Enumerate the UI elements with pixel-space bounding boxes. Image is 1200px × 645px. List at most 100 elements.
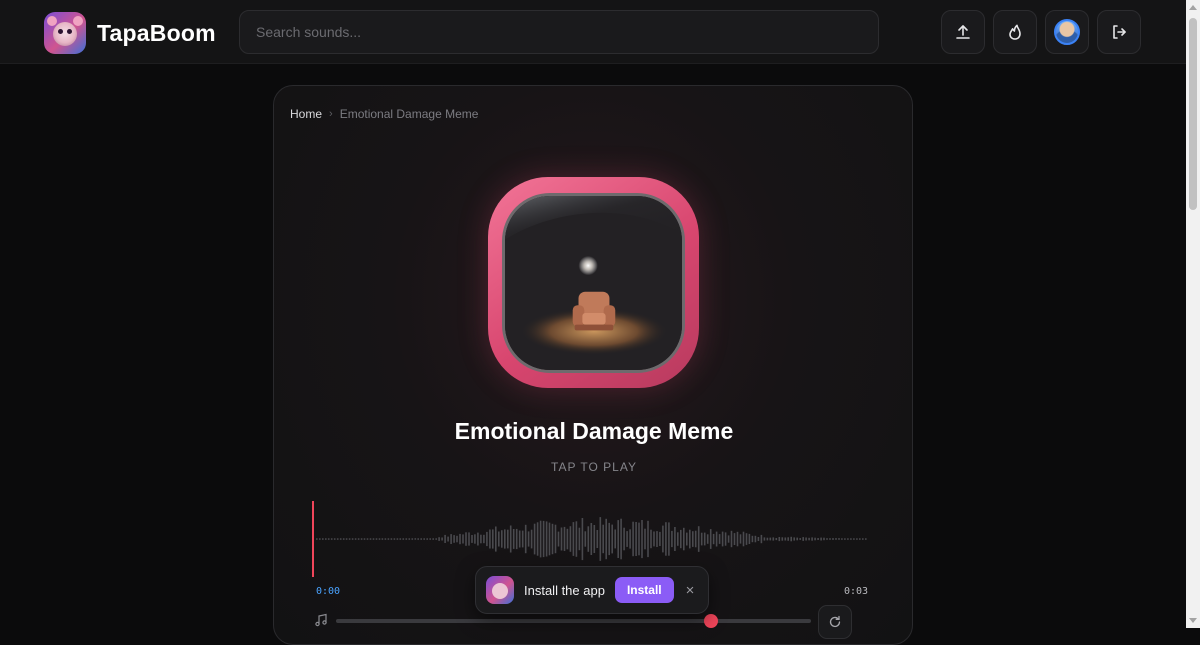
breadcrumb-current: Emotional Damage Meme xyxy=(339,107,479,121)
waveform-bar xyxy=(742,531,745,547)
waveform-bar xyxy=(542,520,545,558)
waveform-bar xyxy=(545,521,548,557)
waveform-bar xyxy=(802,537,804,541)
volume-slider-handle[interactable] xyxy=(704,614,719,628)
waveform-bar xyxy=(372,538,375,540)
waveform-bar xyxy=(507,529,509,549)
waveform-bar xyxy=(656,531,658,547)
waveform-bar xyxy=(721,531,724,547)
waveform-bar xyxy=(862,538,864,540)
waveform-bar xyxy=(477,532,479,546)
waveform-bar xyxy=(447,536,449,542)
waveform-bar xyxy=(671,530,673,548)
waveform-bar xyxy=(420,538,422,540)
waveform-bar xyxy=(727,535,730,543)
waveform-bar xyxy=(865,538,867,540)
waveform-bar xyxy=(662,525,664,553)
trending-button[interactable] xyxy=(993,10,1037,54)
waveform-bar xyxy=(325,538,327,540)
waveform-bar xyxy=(665,522,667,556)
waveform-bar xyxy=(498,531,500,547)
loop-button[interactable] xyxy=(818,605,852,639)
waveform-bar xyxy=(814,537,816,541)
waveform-bar xyxy=(429,538,431,540)
waveform-bar xyxy=(417,538,419,540)
waveform-bar xyxy=(381,538,384,540)
waveform-bar xyxy=(393,538,396,540)
waveform-bar xyxy=(533,523,536,555)
waveform-bar xyxy=(778,537,781,542)
logout-button[interactable] xyxy=(1097,10,1141,54)
waveform-bar xyxy=(438,537,440,541)
waveform-bar xyxy=(692,531,694,547)
waveform-bar xyxy=(608,522,610,556)
waveform-bar xyxy=(811,537,813,541)
upload-button[interactable] xyxy=(941,10,985,54)
waveform-bar xyxy=(706,534,709,544)
page-scrollbar[interactable] xyxy=(1186,0,1200,628)
waveform-bar xyxy=(581,518,584,561)
waveform-bar xyxy=(518,530,521,548)
waveform-bar xyxy=(838,538,840,540)
flame-icon xyxy=(1009,24,1021,40)
waveform-bar xyxy=(638,522,640,556)
waveform-bar xyxy=(626,531,628,547)
waveform-bar xyxy=(632,521,634,557)
waveform-bar xyxy=(596,530,599,548)
tap-to-play-hint[interactable]: TAP TO PLAY xyxy=(274,460,912,474)
waveform-bar xyxy=(504,529,506,549)
loop-icon xyxy=(829,615,841,628)
brand[interactable]: TapaBoom xyxy=(44,12,216,54)
waveform-bar xyxy=(644,528,646,550)
waveform-bar xyxy=(316,538,318,540)
close-toast-icon[interactable]: × xyxy=(686,582,695,599)
waveform-bar xyxy=(450,534,452,544)
profile-button[interactable] xyxy=(1045,10,1089,54)
playhead[interactable] xyxy=(312,501,314,577)
waveform-bar xyxy=(617,520,619,558)
waveform-bar xyxy=(829,538,831,540)
waveform-bar xyxy=(844,538,846,540)
search-input[interactable] xyxy=(239,10,879,54)
waveform-bar xyxy=(432,538,434,540)
waveform-bar xyxy=(817,538,819,540)
scroll-up-icon[interactable] xyxy=(1189,5,1197,10)
waveform-bar xyxy=(680,529,682,549)
waveform-bar xyxy=(363,538,366,540)
waveform-bar xyxy=(348,538,351,540)
upload-icon xyxy=(956,25,970,39)
breadcrumb-home[interactable]: Home xyxy=(290,107,322,121)
waveform-bar xyxy=(489,529,491,549)
waveform-bar xyxy=(339,538,342,540)
waveform-bar xyxy=(483,534,485,544)
sound-artwork-button[interactable] xyxy=(488,177,699,388)
waveform-bar xyxy=(793,537,795,541)
waveform-bar xyxy=(357,538,360,540)
waveform-bar xyxy=(733,533,736,545)
waveform-bar xyxy=(539,520,542,558)
waveform-bar xyxy=(715,531,718,547)
waveform-bar xyxy=(689,529,691,549)
waveform-bar xyxy=(739,534,742,544)
waveform-bar xyxy=(474,534,476,544)
waveform-bar xyxy=(360,538,363,540)
waveform-bar xyxy=(847,538,849,540)
waveform-bar xyxy=(569,526,572,552)
waveform-bar xyxy=(584,531,587,547)
waveform-bar xyxy=(650,529,652,549)
waveform-bar xyxy=(635,522,637,556)
waveform-bar xyxy=(560,527,563,551)
install-button[interactable]: Install xyxy=(614,577,674,603)
waveform-bar xyxy=(694,530,697,548)
waveform-bar xyxy=(605,518,607,560)
waveform-bar xyxy=(775,538,778,541)
volume-slider[interactable] xyxy=(336,614,811,628)
scroll-down-icon[interactable] xyxy=(1189,618,1197,623)
logout-icon xyxy=(1113,25,1126,39)
waveform-bar xyxy=(850,538,852,540)
scrollbar-thumb[interactable] xyxy=(1189,18,1197,210)
waveform-bar xyxy=(333,538,336,540)
sound-card: Home › Emotional Damage Meme Emotional D… xyxy=(273,85,913,645)
waveform-bar xyxy=(835,538,837,540)
waveform-bar xyxy=(668,522,670,556)
